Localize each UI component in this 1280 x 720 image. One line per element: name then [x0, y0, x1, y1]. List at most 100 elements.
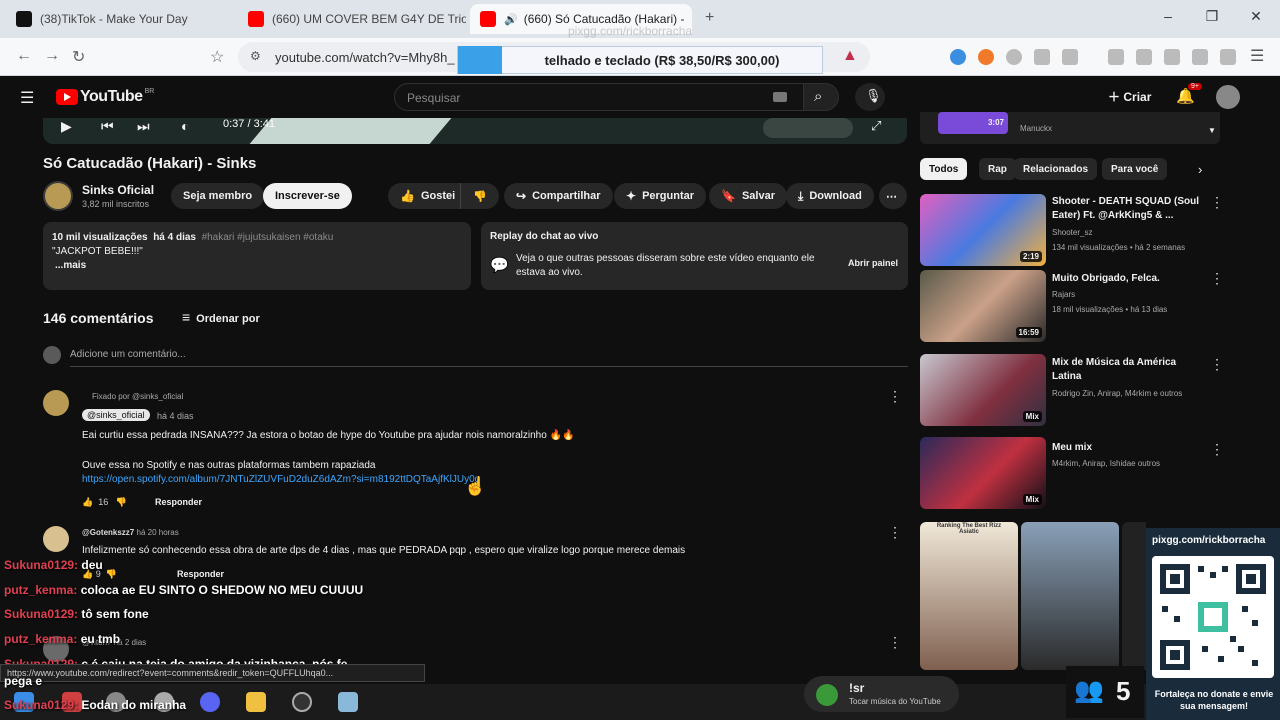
screenshot-icon[interactable] [1062, 49, 1078, 65]
more-actions-button[interactable]: ⋯ [879, 183, 907, 209]
brave-extension-icon[interactable] [978, 49, 994, 65]
folder-icon[interactable] [246, 692, 266, 712]
puzzle-icon[interactable] [1034, 49, 1050, 65]
tab-youtube-cover[interactable]: (660) UM COVER BEM G4Y DE Trio SS [238, 4, 466, 34]
mix-badge: Mix [1022, 411, 1042, 422]
minimize-button[interactable]: – [1148, 8, 1188, 24]
chip-rap[interactable]: Rap [979, 158, 1016, 180]
chip-relacionados[interactable]: Relacionados [1014, 158, 1098, 180]
rec-title[interactable]: Mix de Música da América Latina [1052, 356, 1202, 384]
notifications-button[interactable]: 🔔 9+ [1176, 83, 1202, 105]
back-icon[interactable]: ← [16, 47, 32, 65]
rec-title[interactable]: Shooter - DEATH SQUAD (Soul Eater) Ft. @… [1052, 195, 1202, 223]
channel-name[interactable]: Sinks Oficial [82, 183, 154, 197]
join-button[interactable]: Seja membro [171, 183, 265, 209]
tab-tiktok[interactable]: (38)TikTok - Make Your Day [6, 4, 234, 34]
rec-channel[interactable]: Rajars [1052, 288, 1212, 301]
reply-button[interactable]: Responder [155, 497, 202, 507]
description-box[interactable]: 10 mil visualizações há 4 dias #hakari #… [43, 222, 471, 290]
dislike-button[interactable]: 👎 [460, 183, 499, 209]
youtube-logo[interactable]: YouTube BR [56, 88, 154, 106]
rec-thumbnail[interactable]: 2:19 [920, 194, 1046, 266]
shield-icon[interactable] [1220, 49, 1236, 65]
comment-author[interactable]: @Gotenkszz7 há 20 horas [82, 528, 179, 537]
power-icon[interactable] [1006, 49, 1022, 65]
rec-title[interactable]: Muito Obrigado, Felca. [1052, 272, 1202, 286]
music-note-icon[interactable] [1108, 49, 1124, 65]
sidebar-top-item[interactable]: 3:07 Manuckx ▼ [920, 112, 1220, 144]
subscribe-button[interactable]: Inscrever-se [263, 183, 352, 209]
menu-icon[interactable]: ☰ [1250, 46, 1264, 66]
comment-time[interactable]: há 4 dias [157, 411, 194, 421]
discord-icon[interactable] [200, 692, 220, 712]
comment-menu-icon[interactable]: ⋮ [888, 524, 902, 541]
comment-avatar[interactable] [43, 390, 69, 416]
triangle-extension-icon[interactable]: ▲ [842, 47, 858, 65]
forward-icon[interactable]: → [44, 47, 60, 65]
wallet-icon[interactable] [1164, 49, 1180, 65]
sort-button[interactable]: ≡ Ordenar por [182, 309, 260, 325]
play-icon[interactable]: ▶ [61, 118, 72, 135]
short-thumbnail[interactable] [1021, 522, 1119, 670]
comment-menu-icon[interactable]: ⋮ [888, 634, 902, 651]
short-thumbnail[interactable]: Ranking The Best Rizz Asiatic [920, 522, 1018, 670]
previous-icon[interactable]: ⏮ [101, 118, 114, 135]
site-info-icon[interactable]: ⚙ [250, 49, 261, 63]
obs-icon[interactable] [292, 692, 312, 712]
rec-thumbnail[interactable]: Mix [920, 354, 1046, 426]
rec-thumbnail[interactable]: 16:59 [920, 270, 1046, 342]
reload-icon[interactable]: ↻ [72, 47, 85, 67]
channel-avatar[interactable] [43, 181, 73, 211]
new-tab-button[interactable]: + [705, 9, 714, 27]
create-button[interactable]: ＋ Criar [1108, 88, 1151, 105]
hamburger-icon[interactable]: ☰ [20, 88, 34, 108]
share-button[interactable]: ↪ Compartilhar [504, 183, 613, 209]
download-button[interactable]: ⤓ Download [786, 183, 874, 209]
volume-icon[interactable]: ◐ [181, 118, 189, 134]
rec-channel[interactable]: Shooter_sz [1052, 226, 1212, 239]
add-comment-input[interactable]: Adicione um comentário... [70, 349, 186, 360]
comment-avatar[interactable] [43, 526, 69, 552]
sparkle-icon[interactable] [1192, 49, 1208, 65]
account-avatar[interactable] [1216, 85, 1240, 109]
like-button[interactable]: 👍 Gostei [388, 183, 468, 209]
ask-button[interactable]: ✦ Perguntar [614, 183, 707, 209]
app-icon[interactable] [338, 692, 358, 712]
reply-button[interactable]: Responder [177, 569, 224, 579]
rec-menu-icon[interactable]: ⋮ [1210, 441, 1224, 458]
close-window-button[interactable]: ✕ [1236, 8, 1276, 25]
comment-like-button[interactable]: 👍 16 👎 [82, 497, 127, 508]
search-button[interactable]: ⌕ [803, 83, 839, 111]
show-more-link[interactable]: ...mais [52, 259, 462, 273]
rec-menu-icon[interactable]: ⋮ [1210, 270, 1224, 287]
chip-todos[interactable]: Todos [920, 158, 968, 180]
bookmark-icon[interactable]: ☆ [210, 47, 224, 67]
rec-menu-icon[interactable]: ⋮ [1210, 194, 1224, 211]
edge-extension-icon[interactable] [950, 49, 966, 65]
rec-menu-icon[interactable]: ⋮ [1210, 356, 1224, 373]
thumbs-down-icon[interactable]: 👎 [116, 497, 127, 507]
rec-thumbnail[interactable]: Mix [920, 437, 1046, 509]
search-input[interactable]: Pesquisar [394, 83, 804, 111]
spotify-link[interactable]: https://open.spotify.com/album/7JNTuZlZU… [82, 474, 480, 485]
maximize-button[interactable]: ❐ [1192, 8, 1232, 25]
video-player[interactable]: ▶ ⏮ ⏭ ◐ ⤢ [43, 118, 907, 144]
comment-author-badge[interactable]: @sinks_oficial [82, 409, 150, 421]
sidebar-icon[interactable] [1136, 49, 1152, 65]
mic-button[interactable]: 🎙 [855, 83, 885, 111]
chevron-right-icon[interactable]: › [1198, 162, 1202, 177]
next-icon[interactable]: ⏭ [137, 118, 150, 135]
fullscreen-icon[interactable]: ⤢ [871, 118, 881, 134]
keyboard-icon[interactable] [773, 92, 787, 102]
chip-para-voce[interactable]: Para você [1102, 158, 1168, 180]
save-button[interactable]: 🔖 Salvar [709, 183, 787, 209]
chevron-down-icon[interactable]: ▼ [1208, 126, 1216, 135]
player-settings-group[interactable] [763, 118, 853, 138]
open-panel-button[interactable]: Abrir painel [848, 258, 898, 268]
thumbs-down-icon[interactable]: 👎 [106, 569, 117, 579]
comment-menu-icon[interactable]: ⋮ [888, 388, 902, 405]
rec-title[interactable]: Meu mix [1052, 441, 1202, 455]
short-thumbnail[interactable] [1122, 522, 1146, 670]
url-text: youtube.com/watch?v=Mhy8h_ [275, 50, 455, 65]
hashtags[interactable]: #hakari #jujutsukaisen #otaku [202, 232, 334, 243]
